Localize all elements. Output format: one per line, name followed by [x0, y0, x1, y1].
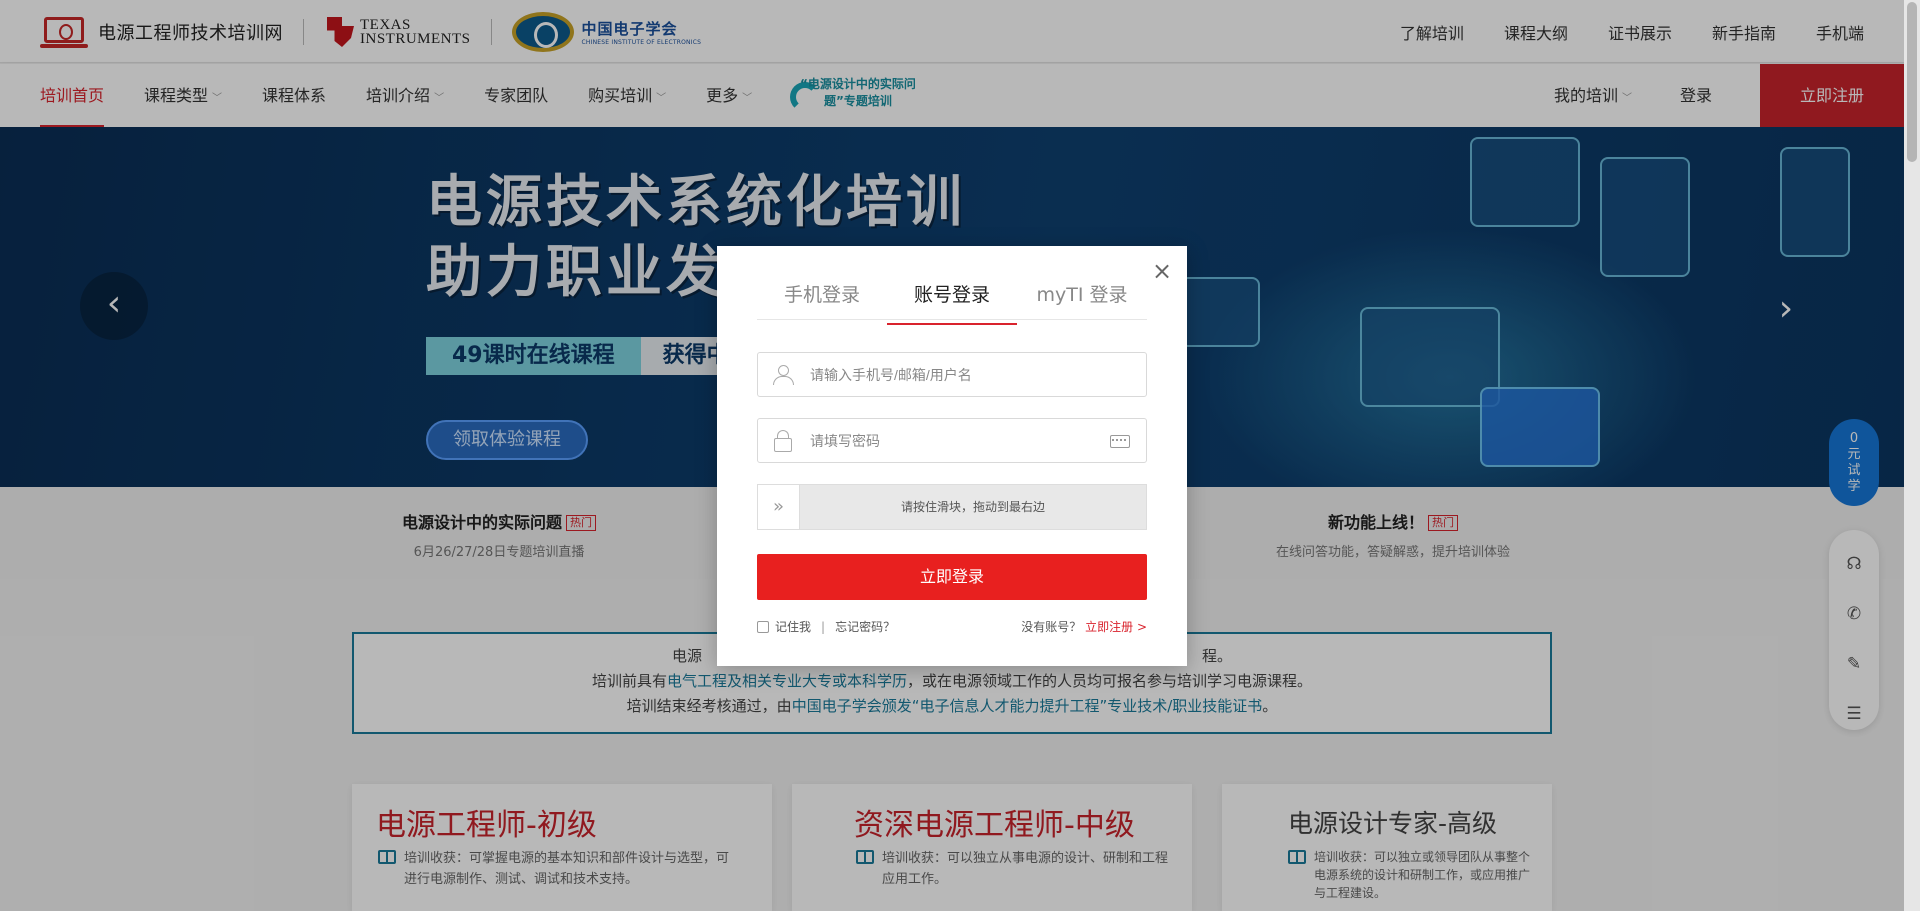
keyboard-icon[interactable] — [1110, 435, 1130, 448]
slider-text: 请按住滑块，拖动到最右边 — [900, 500, 1045, 514]
username-field[interactable] — [757, 352, 1147, 397]
scrollbar[interactable] — [1904, 0, 1920, 911]
login-modal: × 手机登录 账号登录 myTI 登录 » 请按住滑块，拖动到最右边 立即登录 … — [717, 246, 1187, 666]
lock-icon — [772, 429, 794, 452]
password-input[interactable] — [810, 419, 1110, 462]
login-options: 记住我 | 忘记密码？ 没有账号？ 立即注册 > — [757, 618, 1147, 636]
slider-handle[interactable]: » — [758, 485, 800, 529]
no-account-text: 没有账号？ — [1021, 620, 1082, 634]
login-button[interactable]: 立即登录 — [757, 554, 1147, 600]
user-icon — [772, 363, 794, 385]
remember-checkbox[interactable] — [757, 620, 769, 633]
remember-label[interactable]: 记住我 — [775, 618, 811, 635]
tab-phone-login[interactable]: 手机登录 — [757, 276, 887, 319]
tab-myti-login[interactable]: myTI 登录 — [1017, 276, 1147, 319]
username-input[interactable] — [810, 353, 1110, 396]
slider-captcha: » 请按住滑块，拖动到最右边 — [757, 484, 1147, 530]
tab-account-login[interactable]: 账号登录 — [887, 276, 1017, 325]
scrollbar-thumb[interactable] — [1907, 2, 1917, 162]
signup-link[interactable]: 立即注册 > — [1085, 620, 1147, 634]
forgot-password-link[interactable]: 忘记密码？ — [835, 618, 895, 635]
option-divider: | — [821, 619, 826, 634]
close-icon[interactable]: × — [1151, 259, 1173, 283]
password-field[interactable] — [757, 418, 1147, 463]
login-tabs: 手机登录 账号登录 myTI 登录 — [757, 276, 1147, 325]
